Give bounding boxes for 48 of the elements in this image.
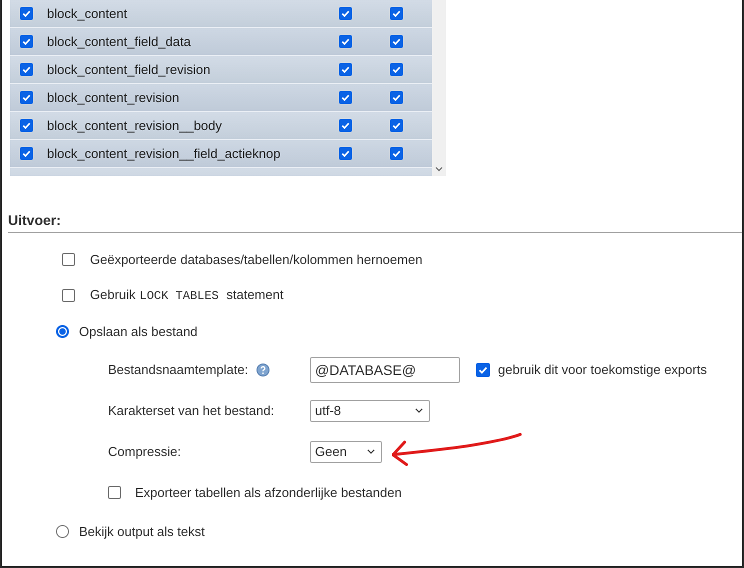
help-icon[interactable] (256, 362, 270, 376)
checkbox[interactable] (108, 486, 121, 499)
table-name: block_content_revision__body (47, 118, 223, 133)
option-label: Bekijk output als tekst (79, 524, 205, 538)
checkbox[interactable] (20, 147, 33, 160)
checkbox[interactable] (339, 35, 352, 48)
checkbox[interactable] (339, 7, 352, 20)
checkbox-label: Exporteer tabellen als afzonderlijke bestanden (135, 485, 402, 500)
checkbox[interactable] (339, 91, 352, 104)
field-label: Compressie: (108, 444, 182, 459)
checkbox[interactable] (390, 35, 403, 48)
checkbox[interactable] (390, 119, 403, 132)
checkbox[interactable] (20, 35, 33, 48)
scroll-down-icon[interactable] (435, 166, 443, 172)
compression-select[interactable]: Geen (310, 440, 382, 462)
checkbox[interactable] (20, 91, 33, 104)
checkbox[interactable] (390, 63, 403, 76)
table-name: block_content_field_data (47, 34, 192, 49)
checkbox[interactable] (339, 119, 352, 132)
field-label: Bestandsnaamtemplate: (108, 362, 248, 377)
charset-select[interactable]: utf-8 (310, 400, 430, 422)
table-name: block_content_revision (47, 90, 180, 105)
option-label: Opslaan als bestand (79, 324, 198, 338)
caret-icon (367, 449, 375, 454)
checkbox[interactable] (20, 119, 33, 132)
checkbox[interactable] (390, 147, 403, 160)
option-label: Gebruik LOCK TABLES statement (90, 287, 284, 303)
checkbox[interactable] (339, 63, 352, 76)
radio-button[interactable] (56, 324, 69, 338)
checkbox[interactable] (62, 252, 75, 266)
option-label: Geëxporteerde databases/tabellen/kolommen hernoemen (90, 252, 422, 266)
field-label: Karakterset van het bestand: (108, 403, 276, 418)
checkbox[interactable] (390, 7, 403, 20)
radio-button[interactable] (56, 524, 69, 538)
checkbox[interactable] (20, 63, 33, 76)
checkbox[interactable] (62, 288, 75, 302)
table-name: block_content (47, 6, 128, 21)
caret-icon (415, 408, 423, 413)
checkbox[interactable] (390, 91, 403, 104)
checkbox[interactable] (20, 7, 33, 20)
section-heading: Uitvoer: (8, 212, 742, 233)
checkbox-label: gebruik dit voor toekomstige exports (498, 362, 707, 377)
scrollbar[interactable] (432, 0, 446, 176)
table-name: block_content_field_revision (47, 62, 212, 77)
filename-input[interactable]: @DATABASE@ (310, 356, 460, 382)
checkbox[interactable] (476, 362, 490, 376)
checkbox[interactable] (339, 147, 352, 160)
table-name: block_content_revision__field_actieknop (47, 146, 282, 161)
